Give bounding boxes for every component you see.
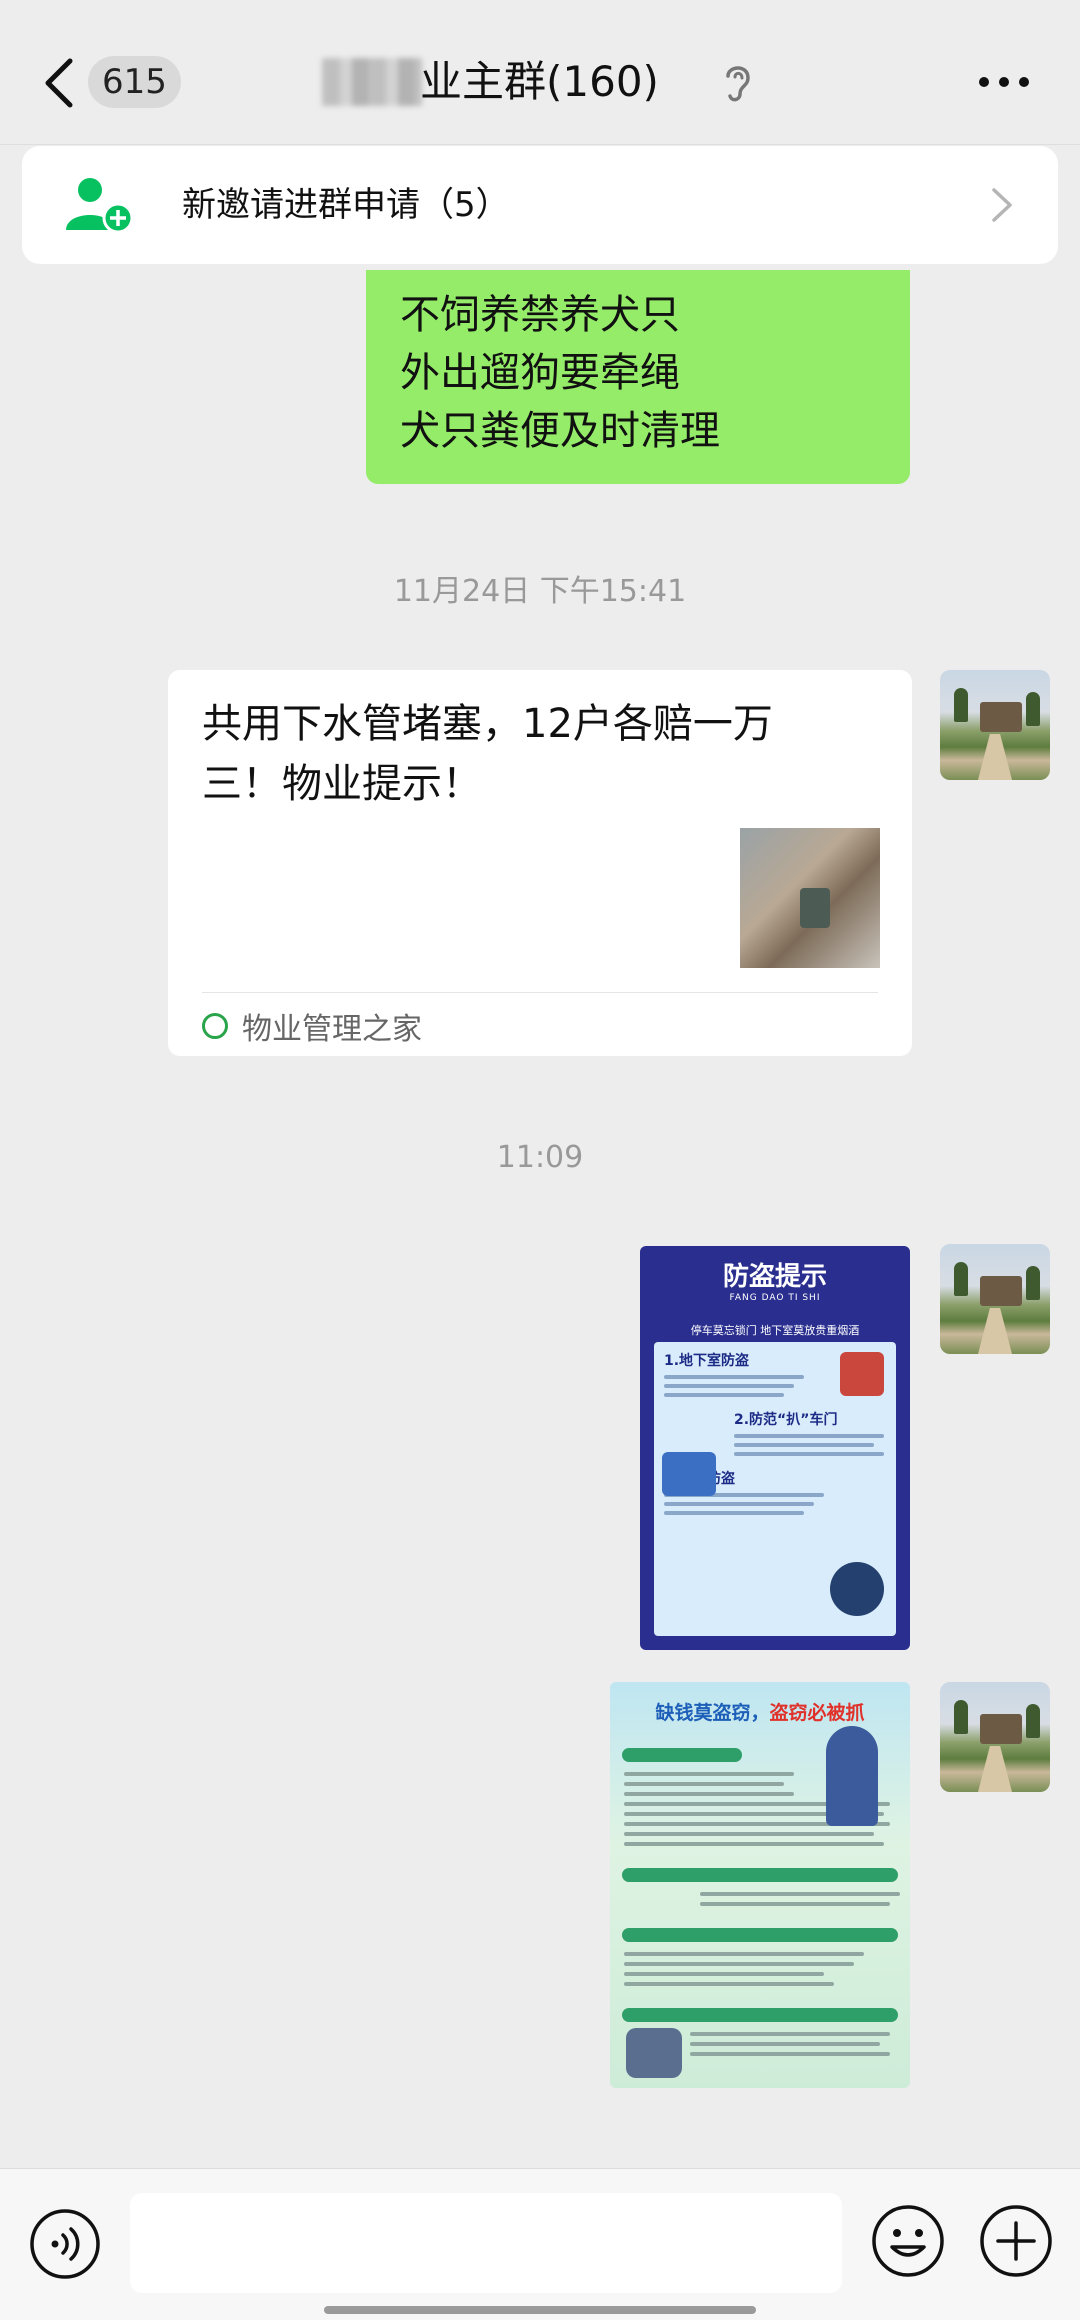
poster-title: 缺钱莫盗窃，盗窃必被抓	[610, 1698, 910, 1725]
poster-title-blue: 缺钱莫盗窃，	[655, 1702, 770, 1724]
poster-pinyin: FANG DAO TI SHI	[729, 1293, 821, 1303]
chevron-left-icon	[45, 58, 73, 108]
article-thumbnail	[740, 828, 880, 968]
poster-section-band	[622, 1868, 898, 1882]
back-button[interactable]	[40, 55, 80, 111]
ear-icon[interactable]	[720, 60, 756, 104]
blurred-group-name-prefix	[322, 58, 422, 106]
avatar[interactable]	[940, 670, 1050, 780]
plus-icon[interactable]	[978, 2203, 1054, 2279]
source-logo-icon	[202, 1013, 228, 1039]
source-name: 物业管理之家	[242, 1012, 422, 1047]
bubble-line: 外出遛狗要牵绳	[400, 350, 680, 396]
poster-illustration	[626, 2028, 682, 2078]
input-bar	[0, 2168, 1080, 2320]
poster-title-red: 盗窃必被抓	[769, 1702, 865, 1724]
poster-illustration	[826, 1726, 878, 1826]
poster-title: 防盗提示	[722, 1262, 827, 1292]
image-message-anti-theft-poster[interactable]: 防盗提示 FANG DAO TI SHI 停车莫忘锁门 地下室莫放贵重烟酒 1.…	[640, 1246, 910, 1650]
chat-header: 615 业主群(160)	[0, 0, 1080, 145]
poster-subtitle: 停车莫忘锁门 地下室莫放贵重烟酒	[690, 1324, 860, 1337]
message-timestamp: 11月24日 下午15:41	[393, 574, 687, 609]
poster-illustration	[840, 1352, 884, 1396]
poster-body: 1.地下室防盗 2.防范“扒”车门 3.商铺防盗	[654, 1342, 896, 1636]
poster-section-band	[622, 1748, 742, 1762]
shared-article-card[interactable]: 共用下水管堵塞，12户各赔一万三！物业提示！ 物业管理之家	[168, 670, 912, 1056]
card-divider	[202, 992, 878, 993]
image-message-theft-warning-poster[interactable]: 缺钱莫盗窃，盗窃必被抓	[610, 1682, 910, 2088]
more-icon[interactable]	[976, 64, 1032, 100]
poster-section-band	[622, 2008, 898, 2022]
poster-illustration	[662, 1452, 716, 1496]
message-input[interactable]	[130, 2193, 842, 2293]
unread-count-badge[interactable]: 615	[88, 56, 181, 108]
group-invite-notice[interactable]: 新邀请进群申请（5）	[22, 146, 1058, 264]
poster-header: 防盗提示 FANG DAO TI SHI	[640, 1246, 910, 1326]
message-timestamp: 11:09	[496, 1140, 584, 1175]
bubble-line: 不饲养禁养犬只	[400, 292, 680, 338]
invite-notice-text: 新邀请进群申请（5）	[182, 185, 510, 225]
avatar[interactable]	[940, 1244, 1050, 1354]
avatar[interactable]	[940, 1682, 1050, 1792]
article-source: 物业管理之家	[202, 1004, 422, 1048]
article-title: 共用下水管堵塞，12户各赔一万三！物业提示！	[202, 701, 773, 807]
emoji-icon[interactable]	[870, 2203, 946, 2279]
sent-text-bubble[interactable]: 不饲养禁养犬只 外出遛狗要牵绳 犬只粪便及时清理	[366, 270, 910, 484]
chevron-right-icon	[992, 188, 1012, 222]
voice-icon[interactable]	[28, 2207, 102, 2281]
bubble-line: 犬只粪便及时清理	[400, 408, 720, 454]
poster-section-band	[622, 1928, 898, 1942]
add-member-icon	[66, 178, 134, 234]
chat-title[interactable]: 业主群(160)	[420, 52, 659, 112]
home-indicator[interactable]	[324, 2306, 756, 2314]
poster-illustration	[830, 1562, 884, 1616]
poster-section-heading: 2.防范“扒”车门	[734, 1412, 838, 1428]
